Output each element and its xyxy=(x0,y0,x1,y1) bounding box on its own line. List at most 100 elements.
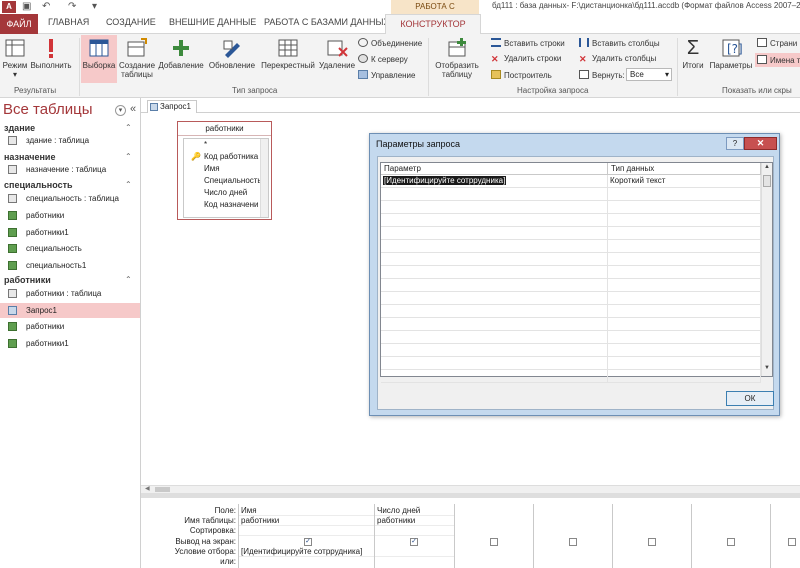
customize-toolbar-icon[interactable]: ▾ xyxy=(92,1,97,12)
empty-grid-cell[interactable] xyxy=(381,318,608,331)
empty-grid-cell[interactable] xyxy=(381,253,608,266)
column-header-parameter[interactable]: Параметр xyxy=(381,163,608,175)
scroll-left-icon[interactable]: ◀ xyxy=(145,485,150,492)
empty-grid-cell[interactable] xyxy=(381,357,608,370)
empty-grid-cell[interactable] xyxy=(381,227,608,240)
make-table-button[interactable]: Создание таблицы xyxy=(117,37,157,79)
nav-item[interactable]: работники : таблица xyxy=(0,286,140,301)
tab-database-tools[interactable]: РАБОТА С БАЗАМИ ДАННЫХ xyxy=(264,17,390,27)
field-list-title[interactable]: работники xyxy=(178,122,271,136)
show-checkbox[interactable]: ✓ xyxy=(410,538,418,546)
delete-rows-button[interactable]: ✕ Удалить строки xyxy=(491,54,561,64)
nav-item[interactable]: специальность xyxy=(0,241,140,256)
undo-icon[interactable]: ↶ xyxy=(42,1,50,12)
collapse-pane-icon[interactable]: « xyxy=(130,103,136,115)
qbe-sort-cell[interactable] xyxy=(239,526,374,536)
passthrough-button[interactable]: К серверу xyxy=(358,54,408,64)
nav-group-header[interactable]: специальность xyxy=(4,180,73,190)
field-list-item[interactable]: Специальность xyxy=(184,175,268,187)
nav-item[interactable]: работники1 xyxy=(0,336,140,351)
empty-grid-cell[interactable] xyxy=(381,305,608,318)
qbe-table-cell[interactable]: работники xyxy=(239,516,374,526)
nav-item[interactable]: работники xyxy=(0,319,140,334)
help-button[interactable]: ? xyxy=(726,137,744,150)
empty-grid-cell[interactable] xyxy=(608,357,761,370)
qbe-field-cell[interactable]: Имя xyxy=(239,506,374,516)
show-checkbox[interactable] xyxy=(648,538,656,546)
show-checkbox[interactable] xyxy=(490,538,498,546)
qbe-sort-cell[interactable] xyxy=(375,526,454,536)
empty-grid-cell[interactable] xyxy=(381,266,608,279)
qbe-field-cell[interactable]: Число дней xyxy=(375,506,454,516)
tab-create[interactable]: СОЗДАНИЕ xyxy=(106,17,156,27)
field-list-item[interactable]: * xyxy=(184,139,268,151)
empty-grid-cell[interactable] xyxy=(381,292,608,305)
qbe-column[interactable]: Число дней работники ✓ xyxy=(374,504,454,568)
ok-button[interactable]: ОК xyxy=(726,391,774,406)
totals-button[interactable]: Σ Итоги xyxy=(680,37,706,70)
chevron-up-icon[interactable]: ⌃ xyxy=(125,180,132,189)
field-list-scrollbar[interactable] xyxy=(260,139,268,217)
tab-home[interactable]: ГЛАВНАЯ xyxy=(48,17,89,27)
show-checkbox[interactable] xyxy=(727,538,735,546)
property-sheet-button[interactable]: Страни xyxy=(757,38,797,48)
scroll-up-icon[interactable]: ▲ xyxy=(764,164,770,170)
nav-item[interactable]: работники1 xyxy=(0,225,140,240)
run-button[interactable]: Выполнить xyxy=(30,37,72,70)
tab-design[interactable]: КОНСТРУКТОР xyxy=(385,14,481,35)
save-icon[interactable]: ▣ xyxy=(22,1,31,12)
scrollbar-thumb[interactable] xyxy=(155,487,170,492)
close-button[interactable]: ✕ xyxy=(744,137,777,150)
tab-file[interactable]: ФАЙЛ xyxy=(0,14,38,34)
empty-grid-cell[interactable] xyxy=(381,331,608,344)
empty-grid-cell[interactable] xyxy=(608,253,761,266)
table-field-list[interactable]: работники * 🔑 Код работника Имя Специальн… xyxy=(177,121,272,220)
scrollbar-thumb[interactable] xyxy=(763,175,771,187)
nav-item-selected[interactable]: Запрос1 xyxy=(0,303,140,318)
table-names-button[interactable]: Имена т xyxy=(755,53,800,67)
data-definition-button[interactable]: Управление xyxy=(358,70,415,80)
tab-external-data[interactable]: ВНЕШНИЕ ДАННЫЕ xyxy=(169,17,256,27)
qbe-column[interactable]: Имя работники ✓ [Идентифицируйте сотрруд… xyxy=(238,504,374,568)
field-list-item[interactable]: Имя xyxy=(184,163,268,175)
return-select[interactable]: Все ▾ xyxy=(626,68,672,81)
nav-item[interactable]: специальность : таблица xyxy=(0,191,140,206)
grid-vertical-scrollbar[interactable]: ▲ ▼ xyxy=(761,163,772,376)
append-button[interactable]: Добавление xyxy=(157,37,205,70)
access-logo-icon[interactable]: A xyxy=(2,1,16,13)
show-checkbox[interactable]: ✓ xyxy=(304,538,312,546)
parameter-cell[interactable]: [Идентифицируйте сотррудника] xyxy=(381,175,608,188)
document-tab[interactable]: Запрос1 xyxy=(147,100,197,114)
nav-group-header[interactable]: назначение xyxy=(4,152,55,162)
union-button[interactable]: Объединение xyxy=(358,38,422,48)
empty-grid-cell[interactable] xyxy=(608,279,761,292)
nav-item[interactable]: работники xyxy=(0,208,140,223)
qbe-table-cell[interactable]: работники xyxy=(375,516,454,526)
delete-columns-button[interactable]: ✕ Удалить столбцы xyxy=(579,54,656,64)
nav-item[interactable]: назначение : таблица xyxy=(0,162,140,177)
builder-button[interactable]: Построитель xyxy=(491,70,552,80)
empty-grid-cell[interactable] xyxy=(608,201,761,214)
nav-title[interactable]: Все таблицы xyxy=(3,101,92,118)
chevron-up-icon[interactable]: ⌃ xyxy=(125,123,132,132)
chevron-up-icon[interactable]: ⌃ xyxy=(125,275,132,284)
empty-grid-cell[interactable] xyxy=(608,344,761,357)
empty-grid-cell[interactable] xyxy=(381,240,608,253)
insert-rows-button[interactable]: Вставить строки xyxy=(491,38,565,48)
empty-grid-cell[interactable] xyxy=(381,344,608,357)
qbe-column[interactable] xyxy=(691,504,770,568)
field-list-item[interactable]: Число дней xyxy=(184,187,268,199)
empty-grid-cell[interactable] xyxy=(608,240,761,253)
insert-columns-button[interactable]: Вставить столбцы xyxy=(579,38,660,48)
show-table-button[interactable]: Отобразить таблицу xyxy=(432,37,482,79)
empty-grid-cell[interactable] xyxy=(608,318,761,331)
empty-grid-cell[interactable] xyxy=(608,292,761,305)
qbe-criteria-cell[interactable] xyxy=(375,547,454,557)
nav-group-header[interactable]: здание xyxy=(4,123,35,133)
select-query-button[interactable]: Выборка xyxy=(81,35,117,83)
qbe-criteria-cell[interactable]: [Идентифицируйте сотррудника] xyxy=(239,547,374,557)
empty-grid-cell[interactable] xyxy=(381,279,608,292)
empty-grid-cell[interactable] xyxy=(608,227,761,240)
qbe-column[interactable] xyxy=(770,504,800,568)
qbe-column[interactable] xyxy=(454,504,533,568)
